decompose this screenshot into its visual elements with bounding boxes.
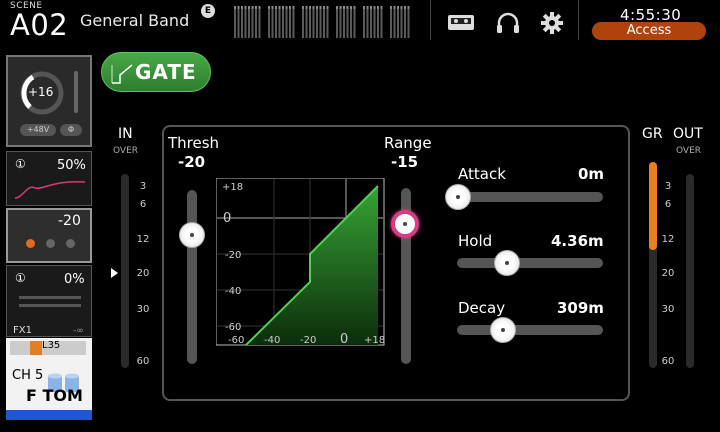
send-value: 0%	[64, 272, 85, 287]
in-over-label: OVER	[113, 146, 139, 156]
decay-label: Decay	[458, 299, 506, 317]
gate-curve-icon	[111, 64, 133, 84]
eq-section[interactable]: ① 50%	[6, 151, 92, 206]
x-tick: 0	[340, 332, 348, 347]
out-meter-label: OUT	[673, 126, 703, 142]
gain-section[interactable]: +16 +48V Φ	[6, 55, 92, 147]
eq-power-icon: ①	[15, 157, 26, 171]
attack-value: 0m	[578, 165, 605, 183]
range-fader-knob[interactable]	[391, 210, 419, 238]
channel-name-panel[interactable]: L35 CH 5 F TOM	[6, 338, 92, 420]
decay-value: 309m	[557, 299, 604, 317]
y-tick: -20	[225, 250, 241, 261]
fx-level: -∞	[73, 326, 84, 336]
scale-tick: 3	[139, 181, 147, 192]
range-value: -15	[391, 153, 419, 171]
attack-slider-track[interactable]	[449, 192, 603, 202]
channel-color-bar	[6, 410, 92, 420]
hold-slider-track[interactable]	[457, 258, 603, 268]
threshold-value: -20	[178, 153, 206, 171]
output-meter	[686, 174, 694, 368]
attack-slider-knob[interactable]	[445, 184, 471, 210]
header-separator	[578, 0, 579, 40]
scale-tick: 12	[661, 234, 675, 245]
scale-tick: 60	[661, 356, 675, 367]
header-separator	[430, 0, 431, 40]
scale-tick: 60	[136, 356, 150, 367]
channel-meters-overview[interactable]	[234, 6, 420, 40]
scale-tick: 30	[136, 304, 150, 315]
hold-slider-knob[interactable]	[494, 250, 520, 276]
threshold-fader-track[interactable]	[187, 190, 197, 364]
gear-icon[interactable]	[538, 10, 566, 36]
scale-tick: 6	[139, 199, 147, 210]
gate-on-button[interactable]: GATE	[101, 52, 211, 92]
decay-slider-track[interactable]	[457, 325, 603, 335]
dyn-indicator-dot	[66, 239, 75, 248]
scale-tick: 12	[136, 234, 150, 245]
phantom-power-button[interactable]: +48V	[20, 124, 56, 136]
channel-name: F TOM	[26, 386, 83, 405]
gate-button-label: GATE	[135, 60, 197, 84]
attack-label: Attack	[458, 165, 506, 183]
y-tick: -60	[225, 322, 241, 333]
gr-meter-scale: 3 6 12 20 30 60	[656, 180, 680, 370]
scale-tick: 20	[136, 268, 150, 279]
threshold-fader-knob[interactable]	[179, 222, 205, 248]
comp-indicator-dot	[46, 239, 55, 248]
in-meter-scale: 3 6 12 20 30 60	[131, 180, 155, 370]
scene-name[interactable]: General Band	[80, 11, 189, 30]
gr-meter-label: GR	[642, 126, 663, 142]
x-tick: +18	[364, 335, 385, 346]
dynamics-section[interactable]: -20	[6, 208, 92, 263]
scale-tick: 3	[664, 181, 672, 192]
channel-strip: +16 +48V Φ ① 50% -20 ① 0% FX1 -∞ L35 CH …	[6, 55, 92, 420]
out-over-label: OVER	[676, 146, 702, 156]
send-section[interactable]: ① 0% FX1 -∞	[6, 265, 92, 337]
range-label: Range	[384, 134, 432, 152]
decay-slider-knob[interactable]	[490, 317, 516, 343]
access-button[interactable]: Access	[592, 22, 706, 40]
gate-transfer-graph: +18 0 -20 -40 -60 -60 -40 -20 0 +18	[216, 178, 385, 347]
y-tick: 0	[223, 211, 231, 226]
y-tick: +18	[222, 182, 243, 193]
edit-badge: E	[201, 4, 215, 18]
headphones-icon[interactable]	[494, 10, 522, 36]
dynamics-threshold: -20	[58, 213, 81, 229]
x-tick: -60	[228, 335, 244, 346]
send-bar	[19, 296, 81, 299]
hold-value: 4.36m	[551, 232, 604, 250]
x-tick: -20	[300, 335, 316, 346]
header-bar: SCENE A02 General Band E 4:55:30 Access	[0, 0, 720, 44]
recorder-icon[interactable]	[447, 10, 475, 36]
x-tick: -40	[264, 335, 280, 346]
scale-tick: 20	[661, 268, 675, 279]
gain-value: +16	[28, 85, 54, 99]
threshold-label: Thresh	[168, 134, 220, 152]
scale-tick: 6	[664, 199, 672, 210]
channel-id: CH 5	[12, 368, 44, 383]
scene-number[interactable]: A02	[10, 8, 68, 42]
fx-label: FX1	[13, 325, 32, 336]
input-meter	[121, 174, 129, 368]
hold-label: Hold	[458, 232, 493, 250]
y-tick: -40	[225, 286, 241, 297]
eq-value: 50%	[57, 158, 86, 173]
gate-indicator-dot	[26, 239, 35, 248]
eq-curve-thumbnail	[14, 181, 86, 199]
gain-meter	[74, 71, 78, 113]
phase-button[interactable]: Φ	[60, 124, 82, 136]
threshold-marker-icon	[111, 268, 118, 278]
send-power-icon: ①	[15, 271, 26, 285]
send-bar	[19, 304, 81, 307]
pan-indicator	[30, 341, 42, 355]
pan-label: L35	[42, 340, 61, 351]
scale-tick: 30	[661, 304, 675, 315]
in-meter-label: IN	[118, 126, 133, 142]
